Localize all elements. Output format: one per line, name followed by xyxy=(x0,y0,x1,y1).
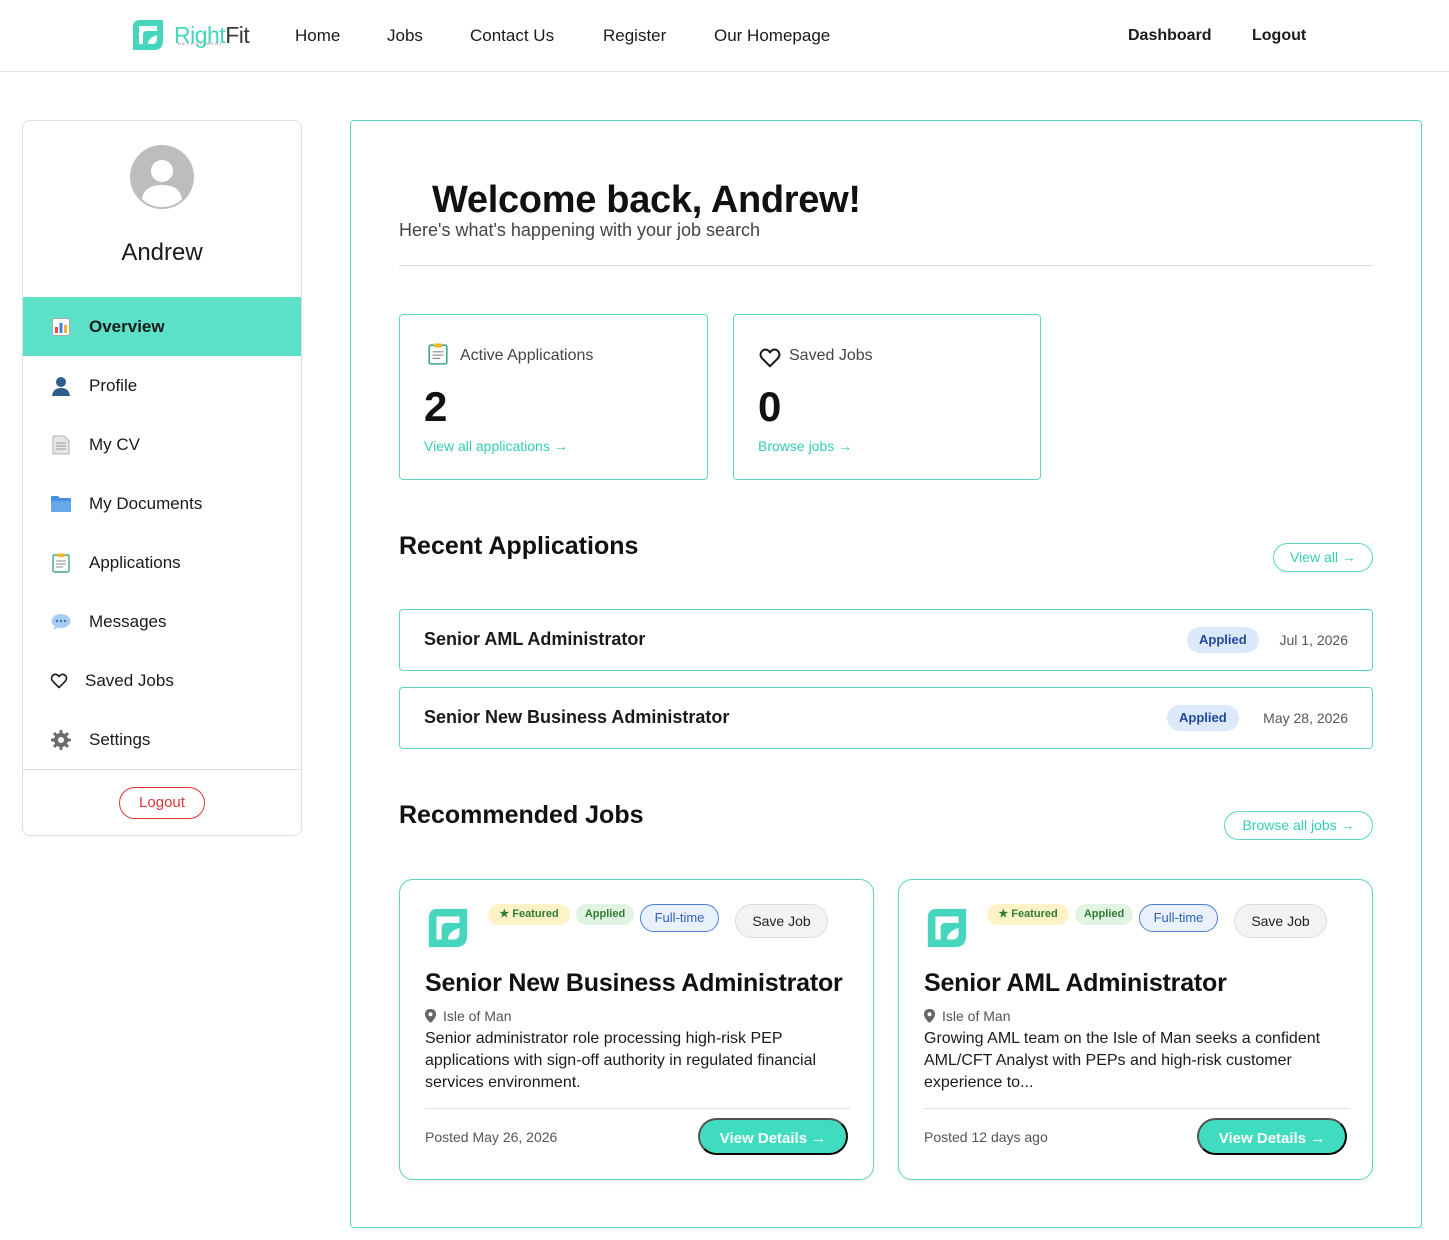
stat-value: 2 xyxy=(424,383,448,430)
job-type-tag: Full-time xyxy=(1139,904,1218,932)
clipboard-icon xyxy=(51,553,71,573)
nav-jobs[interactable]: Jobs xyxy=(387,26,423,46)
sidebar-item-messages[interactable]: Messages xyxy=(23,592,301,651)
view-all-button[interactable]: View all → xyxy=(1273,543,1373,572)
job-location: Isle of Man xyxy=(924,1008,1010,1024)
bar-chart-icon xyxy=(51,317,71,337)
sidebar-item-label: Profile xyxy=(89,375,138,395)
location-pin-icon xyxy=(425,1009,436,1023)
nav-our-homepage[interactable]: Our Homepage xyxy=(714,26,830,46)
clipboard-icon xyxy=(428,343,448,365)
application-title: Senior New Business Administrator xyxy=(424,707,730,727)
avatar-icon xyxy=(130,145,194,209)
sidebar-item-settings[interactable]: Settings xyxy=(23,710,301,769)
status-badge: Applied xyxy=(1167,705,1239,731)
nav-contact-us[interactable]: Contact Us xyxy=(470,26,554,46)
sidebar-item-my-documents[interactable]: My Documents xyxy=(23,474,301,533)
application-row[interactable]: Senior AML Administrator Applied Jul 1, … xyxy=(399,609,1373,671)
job-type-tag: Full-time xyxy=(640,904,719,932)
job-card-divider xyxy=(425,1108,850,1109)
nav-dashboard[interactable]: Dashboard xyxy=(1128,27,1212,45)
nav-home[interactable]: Home xyxy=(295,26,340,46)
sidebar-item-label: Messages xyxy=(89,611,167,631)
nav-register[interactable]: Register xyxy=(603,26,666,46)
job-card[interactable]: ★ Featured Applied Full-time Save Job Se… xyxy=(898,879,1373,1180)
company-logo-icon xyxy=(428,908,468,948)
sidebar-item-my-cv[interactable]: My CV xyxy=(23,415,301,474)
application-date: Jul 1, 2026 xyxy=(1279,632,1349,648)
featured-tag: ★ Featured xyxy=(987,904,1069,925)
sidebar-divider xyxy=(23,769,301,770)
stat-card-saved-jobs: Saved Jobs 0 Browse jobs → xyxy=(733,314,1041,480)
top-navigation: RightFit RECRUITMENT Home Jobs Contact U… xyxy=(0,0,1449,72)
job-location-text: Isle of Man xyxy=(942,1008,1011,1024)
applied-tag: Applied xyxy=(1075,904,1133,925)
chat-bubble-icon xyxy=(51,612,71,632)
stat-card-active-applications: Active Applications 2 View all applicati… xyxy=(399,314,708,480)
rightfit-logo-icon xyxy=(133,20,163,50)
page-subtitle: Here's what's happening with your job se… xyxy=(399,220,761,240)
sidebar: Andrew Overview Profile My CV My Documen… xyxy=(22,120,302,836)
sidebar-item-applications[interactable]: Applications xyxy=(23,533,301,592)
heart-icon xyxy=(759,348,781,368)
applied-tag: Applied xyxy=(576,904,634,925)
folder-icon xyxy=(51,494,71,514)
stat-label: Saved Jobs xyxy=(789,347,873,364)
page-title: Welcome back, Andrew! xyxy=(432,179,861,221)
status-badge: Applied xyxy=(1187,627,1259,653)
featured-tag: ★ Featured xyxy=(488,904,570,925)
header-divider xyxy=(399,265,1373,266)
user-name: Andrew xyxy=(121,239,203,266)
sidebar-item-label: Saved Jobs xyxy=(85,670,174,690)
browse-all-jobs-button[interactable]: Browse all jobs → xyxy=(1224,811,1373,840)
job-title: Senior New Business Administrator xyxy=(425,969,843,997)
sidebar-item-profile[interactable]: Profile xyxy=(23,356,301,415)
company-logo-icon xyxy=(927,908,967,948)
recent-applications-title: Recent Applications xyxy=(399,532,639,560)
sidebar-item-label: Overview xyxy=(89,316,165,336)
nav-logout[interactable]: Logout xyxy=(1252,27,1306,45)
sidebar-item-label: My CV xyxy=(89,434,140,454)
save-job-button[interactable]: Save Job xyxy=(1234,904,1327,938)
stat-label: Active Applications xyxy=(460,347,594,364)
job-card-divider xyxy=(924,1108,1349,1109)
person-icon xyxy=(51,376,71,396)
view-details-button[interactable]: View Details → xyxy=(698,1118,848,1155)
job-description: Growing AML team on the Isle of Man seek… xyxy=(924,1030,1321,1091)
job-location-text: Isle of Man xyxy=(443,1008,512,1024)
browse-jobs-link[interactable]: Browse jobs → xyxy=(758,438,852,454)
sidebar-item-label: Applications xyxy=(89,552,181,572)
gear-icon xyxy=(51,729,71,750)
stat-value: 0 xyxy=(758,383,782,430)
job-posted-date: Posted May 26, 2026 xyxy=(425,1129,558,1145)
application-date: May 28, 2026 xyxy=(1263,710,1348,726)
heart-icon xyxy=(49,671,69,691)
application-row[interactable]: Senior New Business Administrator Applie… xyxy=(399,687,1373,749)
view-details-button[interactable]: View Details → xyxy=(1197,1118,1347,1155)
sidebar-item-saved-jobs[interactable]: Saved Jobs xyxy=(23,651,301,710)
sidebar-item-label: Settings xyxy=(89,729,151,749)
location-pin-icon xyxy=(924,1009,935,1023)
sidebar-item-label: My Documents xyxy=(89,493,203,513)
sidebar-logout-button[interactable]: Logout xyxy=(119,787,205,819)
application-title: Senior AML Administrator xyxy=(424,629,646,649)
dashboard-panel: Welcome back, Andrew! Here's what's happ… xyxy=(350,120,1422,1228)
brand-tagline: RECRUITMENT xyxy=(178,41,224,46)
save-job-button[interactable]: Save Job xyxy=(735,904,828,938)
job-location: Isle of Man xyxy=(425,1008,511,1024)
recommended-jobs-title: Recommended Jobs xyxy=(399,801,644,829)
document-icon xyxy=(51,435,71,455)
job-title: Senior AML Administrator xyxy=(924,969,1227,997)
brand-logo[interactable]: RightFit xyxy=(130,17,250,53)
job-card[interactable]: ★ Featured Applied Full-time Save Job Se… xyxy=(399,879,874,1180)
job-description: Senior administrator role processing hig… xyxy=(425,1030,817,1091)
sidebar-item-overview[interactable]: Overview xyxy=(23,297,301,356)
view-all-applications-link[interactable]: View all applications → xyxy=(424,438,568,454)
job-posted-date: Posted 12 days ago xyxy=(924,1129,1048,1145)
